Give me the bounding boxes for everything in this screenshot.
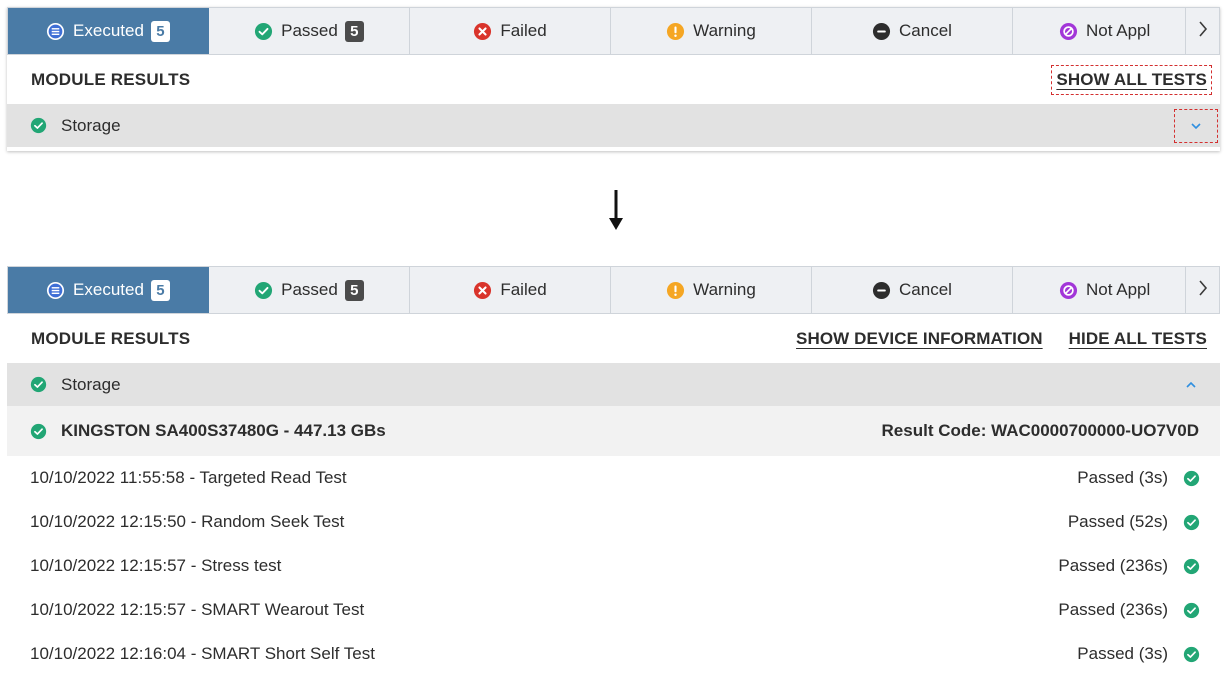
section-title: MODULE RESULTS [31, 328, 191, 348]
tab-executed[interactable]: Executed 5 [8, 267, 209, 313]
hide-all-tests-link[interactable]: HIDE ALL TESTS [1069, 329, 1207, 349]
test-status-text: Passed (3s) [1077, 644, 1168, 663]
module-results-header: MODULE RESULTS SHOW ALL TESTS [7, 55, 1220, 104]
x-circle-icon [473, 22, 492, 41]
tab-cancel[interactable]: Cancel [812, 8, 1013, 54]
result-tabs: Executed 5 Passed 5 Failed Warning Cance… [7, 266, 1220, 314]
tab-label: Not Appl [1086, 280, 1151, 299]
test-name: 10/10/2022 12:15:57 - Stress test [30, 556, 282, 575]
tab-label: Warning [693, 21, 756, 40]
test-status-text: Passed (52s) [1067, 512, 1168, 531]
arrow-down-icon [609, 190, 623, 230]
test-status: Passed (236s) [1058, 600, 1200, 620]
tab-label: Passed [281, 21, 338, 40]
tab-label: Executed [73, 280, 144, 299]
module-results-panel-expanded: Executed 5 Passed 5 Failed Warning Cance… [7, 266, 1220, 678]
expand-toggle-button[interactable] [1174, 108, 1218, 143]
test-status-text: Passed (236s) [1058, 556, 1168, 575]
minus-circle-icon [872, 22, 891, 41]
header-links: SHOW DEVICE INFORMATION HIDE ALL TESTS [796, 329, 1207, 349]
chevron-down-icon [1189, 121, 1203, 131]
check-circle-icon [1183, 602, 1200, 619]
test-name: 10/10/2022 12:15:57 - SMART Wearout Test [30, 600, 365, 619]
tab-label: Warning [693, 280, 756, 299]
group-label: Storage [61, 374, 121, 394]
chevron-right-icon [1197, 20, 1209, 43]
test-status-text: Passed (3s) [1077, 468, 1168, 487]
test-status-text: Passed (236s) [1058, 600, 1168, 619]
test-status: Passed (3s) [1077, 644, 1200, 664]
section-title: MODULE RESULTS [31, 69, 191, 89]
tab-scroll-right-button[interactable] [1185, 8, 1219, 54]
test-status: Passed (3s) [1077, 468, 1200, 488]
tab-not-applicable[interactable]: Not Appl [1013, 267, 1214, 313]
check-circle-icon [30, 376, 47, 393]
check-circle-icon [1183, 558, 1200, 575]
storage-group-row[interactable]: Storage [7, 104, 1220, 147]
tab-label: Cancel [899, 280, 952, 299]
test-name: 10/10/2022 12:15:50 - Random Seek Test [30, 512, 345, 531]
check-circle-icon [30, 423, 47, 440]
check-circle-icon [254, 281, 273, 300]
list-icon [46, 22, 65, 41]
tab-scroll-right-button[interactable] [1185, 267, 1219, 313]
test-row: 10/10/2022 11:55:58 - Targeted Read Test… [7, 456, 1220, 500]
check-circle-icon [1183, 470, 1200, 487]
check-circle-icon [1183, 646, 1200, 663]
tab-cancel[interactable]: Cancel [812, 267, 1013, 313]
result-tabs: Executed 5 Passed 5 Failed Warning Cance… [7, 7, 1220, 55]
tab-label: Failed [500, 21, 547, 40]
tab-label: Cancel [899, 21, 952, 40]
header-links: SHOW ALL TESTS [1051, 64, 1212, 95]
device-row: KINGSTON SA400S37480G - 447.13 GBs Resul… [7, 406, 1220, 456]
tab-label: Failed [500, 280, 547, 299]
test-status: Passed (52s) [1068, 512, 1200, 532]
count-badge: 5 [150, 279, 170, 301]
tab-passed[interactable]: Passed 5 [209, 8, 410, 54]
check-circle-icon [1183, 514, 1200, 531]
tab-warning[interactable]: Warning [611, 8, 812, 54]
module-results-header: MODULE RESULTS SHOW DEVICE INFORMATION H… [7, 314, 1220, 363]
x-circle-icon [473, 281, 492, 300]
exclamation-circle-icon [666, 281, 685, 300]
test-row: 10/10/2022 12:15:57 - SMART Wearout Test… [7, 588, 1220, 632]
tab-label: Executed [73, 21, 144, 40]
module-results-panel-collapsed: Executed 5 Passed 5 Failed Warning Cance… [7, 7, 1220, 151]
chevron-up-icon[interactable] [1184, 380, 1198, 390]
test-row: 10/10/2022 12:15:57 - Stress test Passed… [7, 544, 1220, 588]
minus-circle-icon [872, 281, 891, 300]
test-row: 10/10/2022 12:15:50 - Random Seek Test P… [7, 500, 1220, 544]
device-name: KINGSTON SA400S37480G - 447.13 GBs [61, 421, 386, 440]
count-badge: 5 [344, 20, 364, 42]
ban-circle-icon [1059, 22, 1078, 41]
count-badge: 5 [344, 279, 364, 301]
test-list: 10/10/2022 11:55:58 - Targeted Read Test… [7, 456, 1220, 676]
tab-label: Not Appl [1086, 21, 1151, 40]
test-name: 10/10/2022 11:55:58 - Targeted Read Test [30, 468, 347, 487]
test-status: Passed (236s) [1058, 556, 1200, 576]
list-icon [46, 281, 65, 300]
ban-circle-icon [1059, 281, 1078, 300]
exclamation-circle-icon [666, 22, 685, 41]
tab-not-applicable[interactable]: Not Appl [1013, 8, 1214, 54]
tab-failed[interactable]: Failed [410, 8, 611, 54]
tab-label: Passed [281, 280, 338, 299]
test-name: 10/10/2022 12:16:04 - SMART Short Self T… [30, 644, 375, 663]
check-circle-icon [30, 117, 47, 134]
result-code: Result Code: WAC0000700000-UO7V0D [881, 421, 1199, 440]
tab-failed[interactable]: Failed [410, 267, 611, 313]
test-row: 10/10/2022 12:16:04 - SMART Short Self T… [7, 632, 1220, 676]
group-label: Storage [61, 115, 121, 135]
chevron-right-icon [1197, 279, 1209, 302]
show-all-tests-link[interactable]: SHOW ALL TESTS [1051, 64, 1212, 95]
check-circle-icon [254, 22, 273, 41]
count-badge: 5 [150, 20, 170, 42]
tab-passed[interactable]: Passed 5 [209, 267, 410, 313]
show-device-information-link[interactable]: SHOW DEVICE INFORMATION [796, 329, 1043, 349]
storage-group-row[interactable]: Storage [7, 363, 1220, 406]
tab-executed[interactable]: Executed 5 [8, 8, 209, 54]
tab-warning[interactable]: Warning [611, 267, 812, 313]
